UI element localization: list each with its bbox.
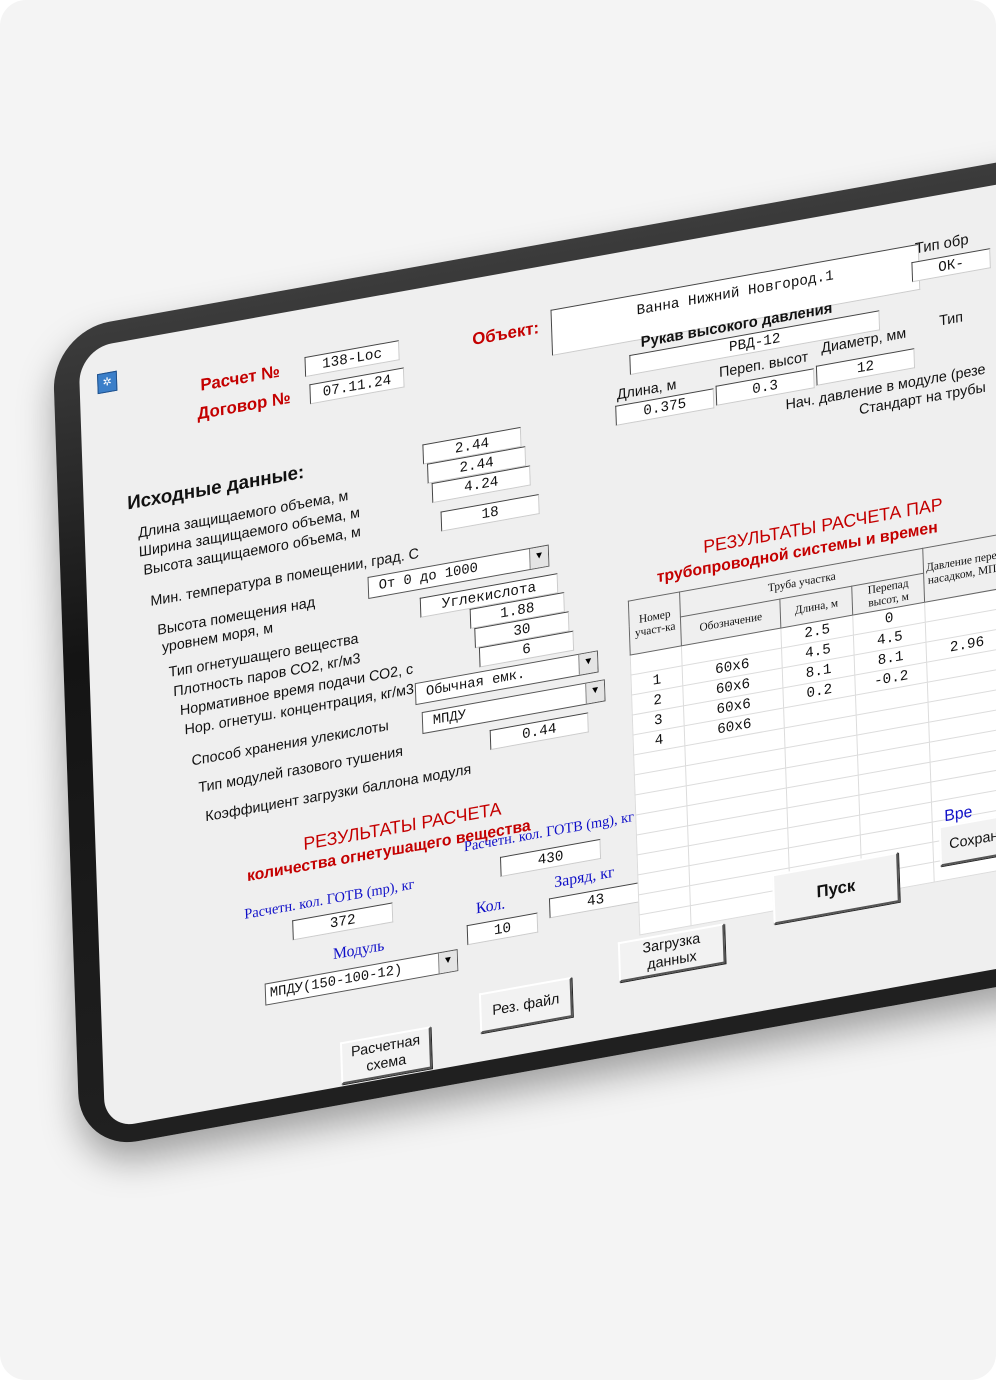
contract-number-label: Договор № — [197, 387, 291, 424]
col-header-number: Номер участ-ка — [628, 591, 682, 656]
chevron-down-icon[interactable]: ▼ — [578, 651, 598, 675]
module-select-value: МПДУ(150-100-12) — [269, 962, 403, 1002]
chevron-down-icon[interactable]: ▼ — [529, 545, 549, 570]
app-icon: ✲ — [97, 370, 118, 395]
chevron-down-icon[interactable]: ▼ — [585, 680, 605, 704]
result-file-button[interactable]: Рез. файл — [478, 976, 573, 1034]
tablet-device: ✲ Расчет № 138-Loc Договор № 07.11.24 Об… — [52, 102, 996, 1152]
object-label: Объект: — [471, 318, 540, 350]
right-type-label: Тип — [938, 309, 964, 330]
module-label: Модуль — [332, 937, 385, 964]
chevron-down-icon[interactable]: ▼ — [437, 950, 458, 974]
app-window: ✲ Расчет № 138-Loc Договор № 07.11.24 Об… — [78, 124, 996, 1129]
calc-number-label: Расчет № — [200, 361, 281, 395]
temperature-field[interactable]: 18 — [440, 493, 540, 532]
count-label: Кол. — [475, 895, 506, 918]
background: ✲ Расчет № 138-Loc Договор № 07.11.24 Об… — [0, 0, 996, 1380]
module-type-value: МПДУ — [432, 707, 467, 730]
count-field[interactable]: 10 — [466, 912, 539, 946]
load-data-button[interactable]: Загрузка данных — [617, 923, 726, 983]
